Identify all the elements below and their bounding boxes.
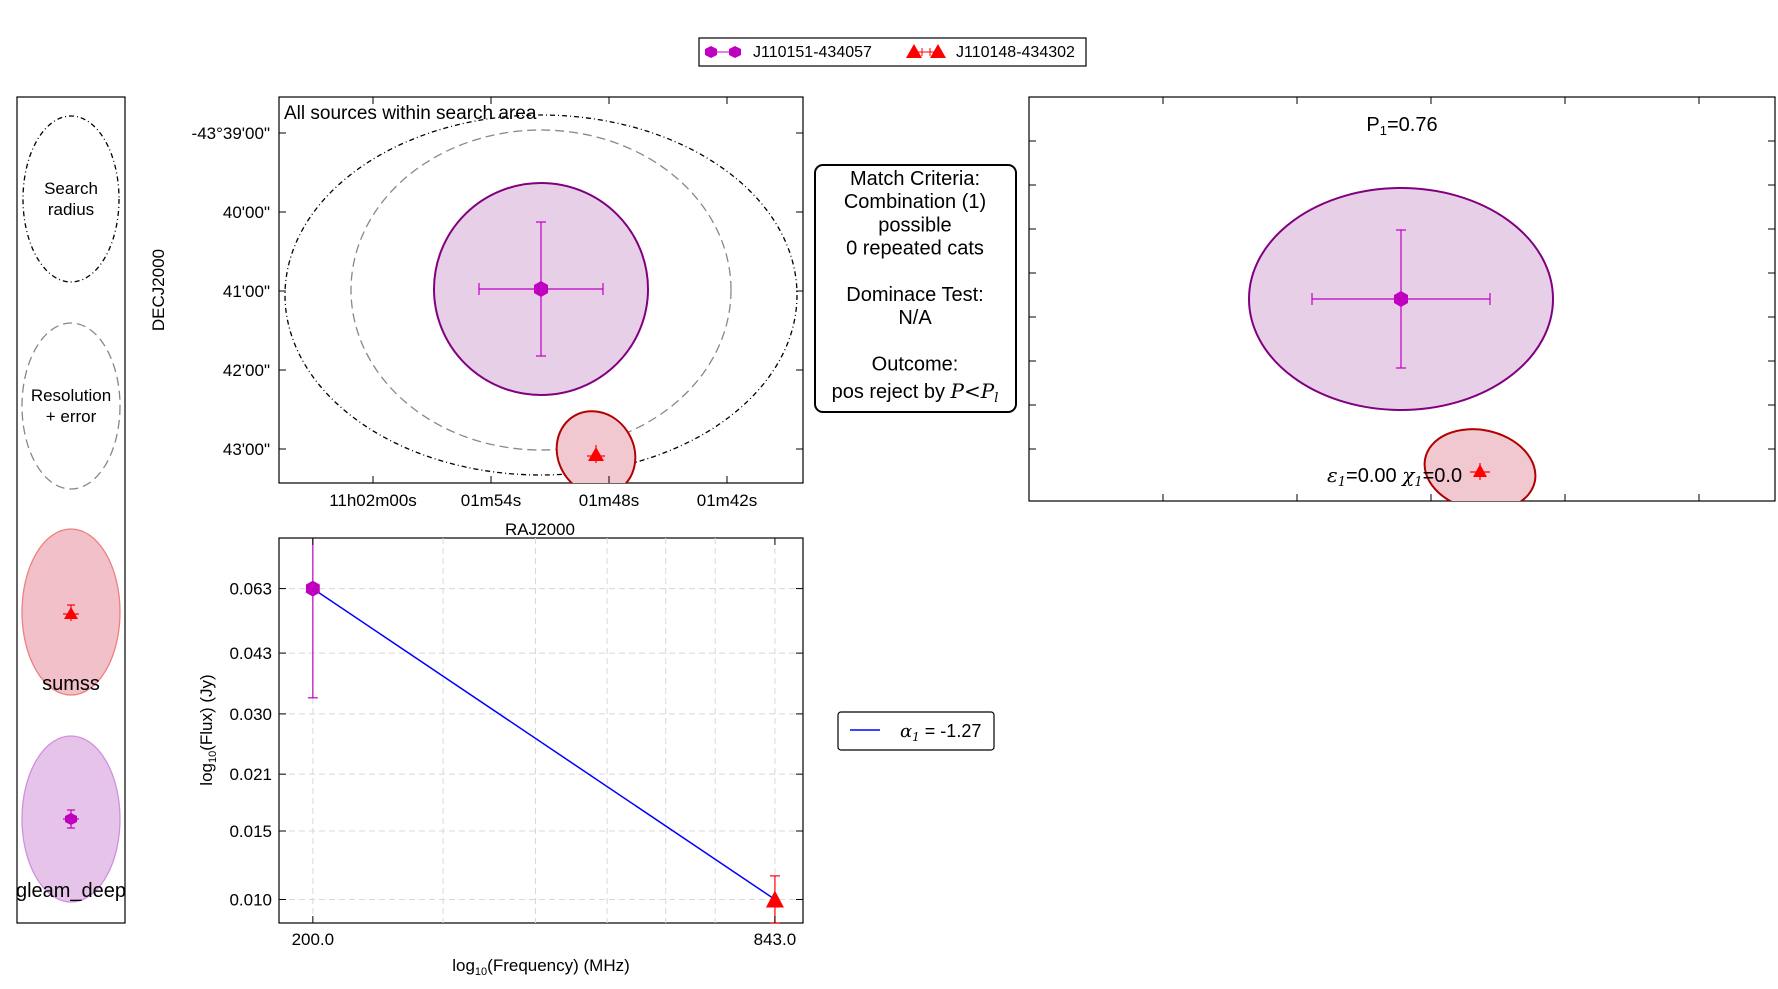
sky-ytick-label: -43°39'00" (192, 124, 270, 143)
sed-xlabel: log10(Frequency) (MHz) (452, 956, 630, 978)
sky-ylabel: DECJ2000 (149, 249, 168, 331)
sed-ytick-label: 0.015 (229, 822, 272, 841)
info-line: Match Criteria: (850, 168, 980, 190)
zoom-title: P1=0.76 (1366, 114, 1437, 138)
resolution-label-1: Resolution (31, 386, 111, 405)
sky-ytick-label: 40'00" (223, 203, 270, 222)
info-outcome-text: pos reject by (832, 381, 945, 403)
info-line: Combination (1) (844, 191, 986, 213)
resolution-label-2: + error (46, 407, 97, 426)
sed-ytick-label: 0.043 (229, 644, 272, 663)
sky-plot: All sources within search area 11h02m00s… (149, 96, 804, 539)
sky-xtick-label: 11h02m00s (329, 491, 417, 510)
sed-ytick-label: 0.063 (229, 580, 272, 599)
figure: J110151-434057 J110148-434302 Search rad… (16, 37, 1776, 978)
info-outcome-sub: l (994, 391, 998, 406)
info-outcome: pos reject by P<Pl (832, 379, 999, 406)
sky-xlabel: RAJ2000 (505, 520, 575, 539)
sed-xtick-label: 843.0 (754, 930, 797, 949)
info-line: possible (878, 214, 951, 236)
sky-xtick-label: 01m54s (461, 491, 521, 510)
sed-plot: 0.063 0.043 0.030 0.021 0.015 0.010 200.0 843.0… (197, 537, 804, 978)
sky-ytick-label: 43'00" (223, 440, 270, 459)
sky-ytick-label: 41'00" (223, 282, 270, 301)
info-line: Outcome: (872, 354, 959, 376)
search-radius-label-2: radius (48, 200, 94, 219)
sky-xtick-label: 01m42s (697, 491, 757, 510)
sed-xtick-label: 200.0 (292, 930, 335, 949)
legend-label-sumss: J110148-434302 (956, 44, 1075, 61)
sky-xtick-label: 01m48s (579, 491, 639, 510)
sed-ytick-label: 0.010 (229, 890, 272, 909)
zoom-stats: ε1=0.00 χ1=0.0 (1327, 463, 1462, 490)
info-box: Match Criteria:Combination (1)possible0 … (814, 164, 1017, 413)
sed-ytick-label: 0.021 (229, 765, 272, 784)
zoom-plot: P1=0.76 ε1=0.00 χ1=0.0 (1028, 96, 1776, 502)
top-legend: J110151-434057 J110148-434302 (698, 37, 1087, 67)
legend-label-gleam: J110151-434057 (753, 44, 872, 61)
sky-ytick-label: 42'00" (223, 361, 270, 380)
key-panel: Search radius Resolution + error sumss g… (16, 96, 126, 924)
sky-plot-title: All sources within search area (284, 103, 537, 124)
info-line: N/A (898, 307, 932, 329)
search-radius-label-1: Search (44, 179, 98, 198)
info-outcome-math: P<P (950, 379, 995, 403)
info-line: Dominace Test: (846, 284, 983, 306)
gleam-key-label: gleam_deep (16, 880, 126, 902)
info-line: 0 repeated cats (846, 238, 984, 260)
fit-legend: α1 = -1.27 (837, 711, 995, 751)
sed-ytick-label: 0.030 (229, 705, 272, 724)
sumss-key-label: sumss (42, 673, 100, 695)
sed-ylabel: log10(Flux) (Jy) (197, 674, 219, 785)
